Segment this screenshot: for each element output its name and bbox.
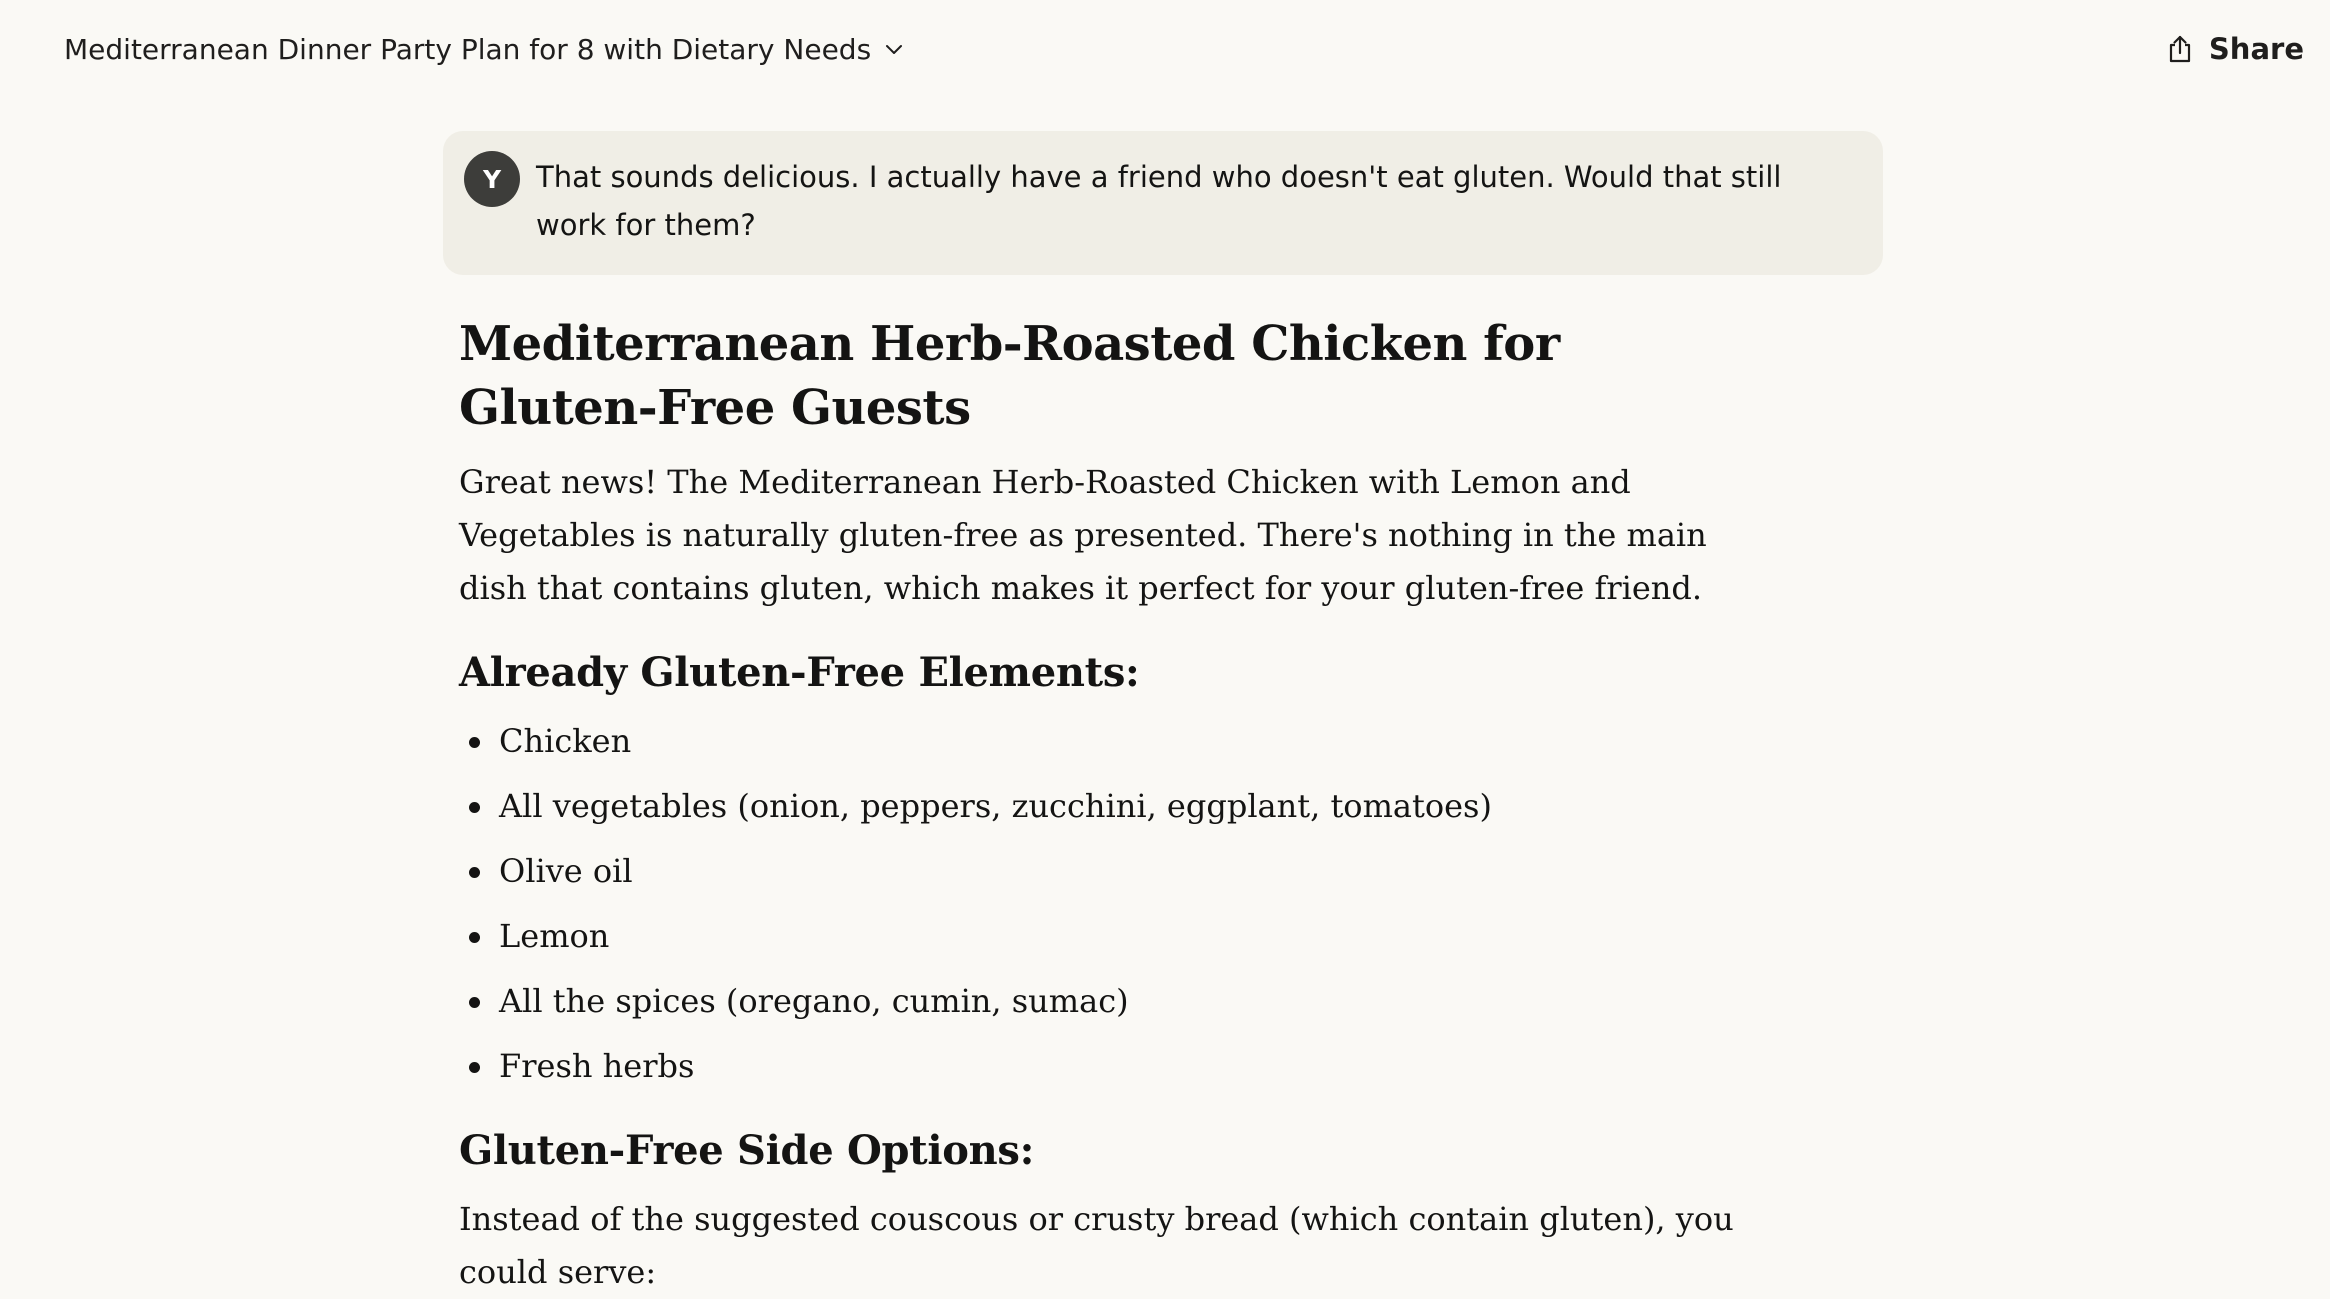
share-button[interactable]: Share — [2161, 26, 2308, 72]
conversation-title: Mediterranean Dinner Party Plan for 8 wi… — [64, 32, 872, 66]
section-heading-gluten-free-elements: Already Gluten-Free Elements: — [459, 649, 1140, 696]
list-item: Olive oil — [459, 839, 1759, 904]
chevron-down-icon — [886, 45, 903, 54]
bullet-icon — [469, 802, 480, 813]
bullet-icon — [469, 1062, 480, 1073]
list-item-text: Lemon — [499, 917, 610, 955]
section-heading-side-options: Gluten-Free Side Options: — [459, 1127, 1035, 1174]
bullet-icon — [469, 997, 480, 1008]
list-item: All vegetables (onion, peppers, zucchini… — [459, 774, 1759, 839]
conversation-title-button[interactable]: Mediterranean Dinner Party Plan for 8 wi… — [64, 26, 905, 72]
gluten-free-elements-list: Chicken All vegetables (onion, peppers, … — [459, 709, 1759, 1099]
list-item-text: All the spices (oregano, cumin, sumac) — [499, 982, 1129, 1020]
bullet-icon — [469, 867, 480, 878]
list-item: Lemon — [459, 904, 1759, 969]
top-bar: Mediterranean Dinner Party Plan for 8 wi… — [0, 0, 2330, 100]
bullet-icon — [469, 932, 480, 943]
list-item-text: Chicken — [499, 722, 632, 760]
list-item-text: Fresh herbs — [499, 1047, 695, 1085]
response-intro: Great news! The Mediterranean Herb-Roast… — [459, 463, 1707, 607]
list-item: Chicken — [459, 709, 1759, 774]
list-item: All the spices (oregano, cumin, sumac) — [459, 969, 1759, 1034]
bullet-icon — [469, 737, 480, 748]
user-message: Y That sounds delicious. I actually have… — [443, 131, 1883, 275]
assistant-response: Mediterranean Herb-Roasted Chicken for G… — [459, 312, 1759, 1299]
list-item-text: Olive oil — [499, 852, 633, 890]
user-message-text: That sounds delicious. I actually have a… — [536, 160, 1782, 242]
user-avatar: Y — [464, 151, 520, 207]
share-label: Share — [2208, 32, 2304, 66]
side-options-intro: Instead of the suggested couscous or cru… — [459, 1200, 1734, 1291]
response-heading: Mediterranean Herb-Roasted Chicken for G… — [459, 316, 1560, 436]
list-item-text: All vegetables (onion, peppers, zucchini… — [499, 787, 1492, 825]
list-item: Fresh herbs — [459, 1034, 1759, 1099]
share-icon — [2169, 35, 2191, 63]
